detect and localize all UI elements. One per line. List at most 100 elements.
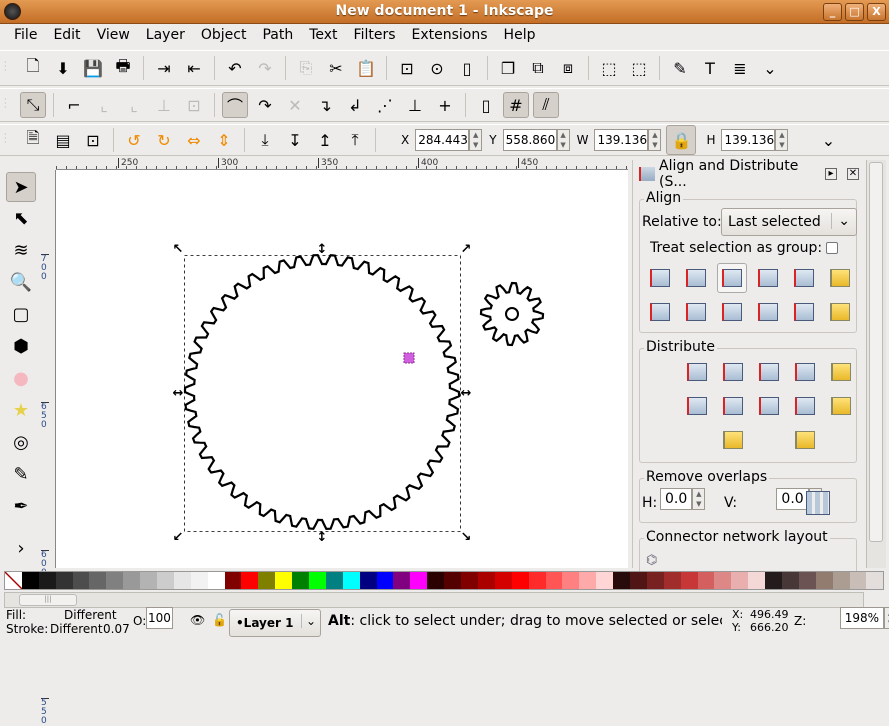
h-input[interactable]: 139.136 ▲ ▼ bbox=[721, 129, 789, 151]
rectangle-icon[interactable]: ▢ bbox=[6, 300, 36, 328]
color-swatch[interactable] bbox=[207, 572, 225, 589]
color-swatch[interactable] bbox=[444, 572, 462, 589]
snap-intersections-icon[interactable]: ✕ bbox=[282, 92, 308, 118]
color-swatch[interactable] bbox=[376, 572, 394, 589]
deselect-icon[interactable]: ⊡ bbox=[80, 127, 106, 153]
lower-to-bottom-icon[interactable]: ⤓ bbox=[252, 127, 278, 153]
rotate-ccw-icon[interactable]: ↺ bbox=[121, 127, 147, 153]
zoom-selection-icon[interactable]: ⊡ bbox=[394, 55, 420, 81]
scale-handle[interactable]: ↕ bbox=[317, 242, 328, 257]
scale-handle[interactable]: ↔ bbox=[461, 386, 472, 401]
lock-icon[interactable]: 🔒 bbox=[666, 125, 697, 155]
scale-handle[interactable]: ↘ bbox=[461, 530, 472, 545]
color-swatch[interactable] bbox=[309, 572, 326, 589]
color-swatch[interactable] bbox=[663, 572, 681, 589]
menu-filters[interactable]: Filters bbox=[346, 24, 404, 48]
ungroup-icon[interactable]: ⬚ bbox=[626, 55, 652, 81]
color-swatch[interactable] bbox=[190, 572, 208, 589]
treat-as-group-checkbox[interactable] bbox=[826, 242, 838, 254]
scale-handle[interactable]: ↗ bbox=[461, 242, 472, 257]
color-swatch[interactable] bbox=[38, 572, 56, 589]
flip-vertical-icon[interactable]: ⇕ bbox=[211, 127, 237, 153]
menu-file[interactable]: File bbox=[6, 24, 45, 48]
menu-object[interactable]: Object bbox=[193, 24, 255, 48]
new-document-icon[interactable]: 🗋 bbox=[20, 55, 46, 81]
canvas[interactable]: ↖ ↕ ↗ ↔ ↔ ↙ ↕ ↘ bbox=[56, 170, 628, 568]
color-swatch[interactable] bbox=[832, 572, 850, 589]
raise-to-top-icon[interactable]: ⤒ bbox=[342, 127, 368, 153]
color-swatch[interactable] bbox=[72, 572, 90, 589]
zoom-icon[interactable]: 🔍 bbox=[6, 268, 36, 296]
color-swatch[interactable] bbox=[748, 572, 766, 589]
randomize-positions-icon[interactable] bbox=[718, 425, 748, 455]
open-icon[interactable]: ⬇ bbox=[50, 55, 76, 81]
color-swatch[interactable] bbox=[359, 572, 377, 589]
align-bottom-to-top-anchor-icon[interactable] bbox=[645, 297, 675, 327]
snap-bbox-edge-icon[interactable]: ⌞ bbox=[91, 92, 117, 118]
snap-midpoints-icon[interactable]: ↲ bbox=[342, 92, 368, 118]
more-chevron-icon[interactable]: ⌄ bbox=[757, 55, 783, 81]
center-on-horizontal-axis-icon[interactable] bbox=[717, 297, 747, 327]
layer-dropdown[interactable]: •Layer 1 ⌄ bbox=[229, 609, 321, 637]
text-font-icon[interactable]: T bbox=[697, 55, 723, 81]
toolbar-grip[interactable]: · · · bbox=[4, 131, 12, 147]
snap-toggle-icon[interactable]: ⤡ bbox=[20, 92, 46, 118]
distribute-bottom-edges-icon[interactable] bbox=[754, 391, 784, 421]
y-input[interactable]: 558.860 ▲ ▼ bbox=[502, 129, 570, 151]
snap-smooth-nodes-icon[interactable]: ↴ bbox=[312, 92, 338, 118]
color-swatch[interactable] bbox=[511, 572, 529, 589]
panel-scrollbar[interactable] bbox=[866, 160, 886, 568]
panel-close-icon[interactable]: ✕ bbox=[847, 168, 859, 180]
no-color-swatch[interactable] bbox=[5, 572, 22, 589]
redo-icon[interactable]: ↷ bbox=[252, 55, 278, 81]
tweak-icon[interactable]: ≋ bbox=[6, 236, 36, 264]
color-swatch[interactable] bbox=[21, 572, 39, 589]
zoom-input[interactable]: 198% ▲▼ bbox=[839, 607, 889, 629]
rotation-center-marker[interactable] bbox=[403, 352, 415, 364]
copy-icon[interactable]: ⎘ bbox=[293, 55, 319, 81]
y-spinner[interactable]: ▲ ▼ bbox=[556, 129, 570, 151]
color-swatch[interactable] bbox=[55, 572, 73, 589]
select-all-layers-icon[interactable]: ▤ bbox=[50, 127, 76, 153]
paste-icon[interactable]: 📋 bbox=[353, 55, 379, 81]
fill-value[interactable]: Different bbox=[64, 608, 117, 622]
toolbar-grip[interactable]: · · · bbox=[4, 59, 12, 75]
expand-chevron-icon[interactable]: › bbox=[6, 534, 36, 562]
color-swatch[interactable] bbox=[714, 572, 732, 589]
3d-box-icon[interactable]: ⬢ bbox=[6, 332, 36, 360]
color-swatch[interactable] bbox=[494, 572, 512, 589]
save-icon[interactable]: 💾 bbox=[80, 55, 106, 81]
panel-scrollbar-thumb[interactable] bbox=[869, 162, 883, 542]
color-swatch[interactable] bbox=[173, 572, 191, 589]
color-swatch[interactable] bbox=[815, 572, 833, 589]
color-swatch[interactable] bbox=[545, 572, 563, 589]
align-text-baselines-vertical-icon[interactable] bbox=[825, 263, 855, 293]
scale-handles[interactable]: ↖ ↕ ↗ ↔ ↔ ↙ ↕ ↘ bbox=[173, 242, 472, 545]
color-swatch[interactable] bbox=[325, 572, 343, 589]
menu-path[interactable]: Path bbox=[254, 24, 301, 48]
snap-bbox-icon[interactable]: ⌐ bbox=[61, 92, 87, 118]
maximize-button[interactable]: □ bbox=[845, 3, 864, 21]
distribute-gaps-vertical-icon[interactable] bbox=[790, 391, 820, 421]
color-swatch[interactable] bbox=[781, 572, 799, 589]
distribute-top-edges-icon[interactable] bbox=[682, 391, 712, 421]
unclump-icon[interactable] bbox=[790, 425, 820, 455]
color-swatch[interactable] bbox=[731, 572, 749, 589]
x-spinner[interactable]: ▲ ▼ bbox=[469, 129, 483, 151]
panel-menu-icon[interactable]: ▸ bbox=[825, 168, 837, 180]
color-swatch[interactable] bbox=[224, 572, 242, 589]
w-spinner[interactable]: ▲ ▼ bbox=[648, 129, 662, 151]
color-swatch[interactable] bbox=[579, 572, 597, 589]
color-swatch[interactable] bbox=[427, 572, 445, 589]
horizontal-scrollbar-thumb[interactable]: ||| bbox=[19, 594, 77, 606]
select-all-icon[interactable]: 🗎 bbox=[20, 127, 46, 153]
color-swatch[interactable] bbox=[157, 572, 174, 589]
stroke-value[interactable]: Different bbox=[50, 622, 103, 636]
pen-bezier-icon[interactable]: ✒ bbox=[6, 492, 36, 520]
selector-arrow-icon[interactable]: ➤ bbox=[6, 172, 36, 202]
remove-overlaps-icon[interactable] bbox=[806, 491, 830, 515]
zoom-drawing-icon[interactable]: ⊙ bbox=[424, 55, 450, 81]
scale-handle[interactable]: ↔ bbox=[173, 386, 184, 401]
align-left-edges-icon[interactable] bbox=[681, 263, 711, 293]
color-swatch[interactable] bbox=[646, 572, 664, 589]
